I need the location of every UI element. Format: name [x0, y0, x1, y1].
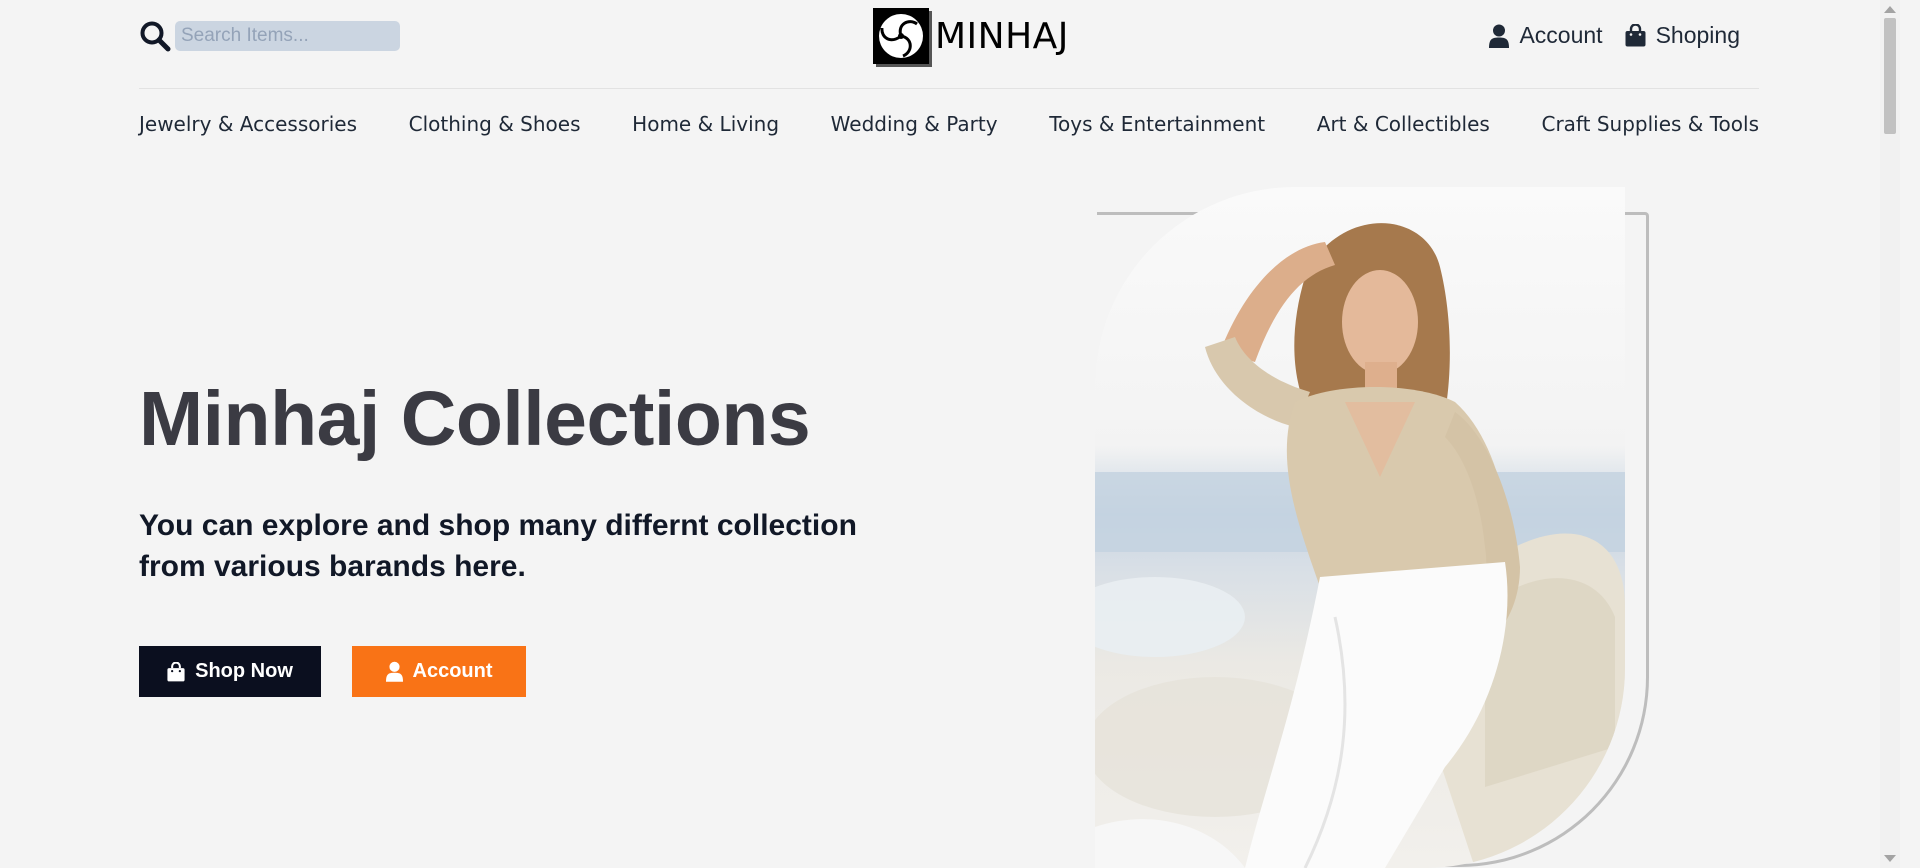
nav-item-wedding-party[interactable]: Wedding & Party: [831, 112, 998, 136]
account-link-label: Account: [1519, 22, 1603, 48]
shop-now-label: Shop Now: [195, 660, 293, 682]
header-actions: Account Shoping: [1489, 22, 1740, 49]
nav-item-craft-supplies-tools[interactable]: Craft Supplies & Tools: [1541, 112, 1759, 136]
logo[interactable]: MINHAJ: [873, 8, 1069, 64]
nav-item-toys-entertainment[interactable]: Toys & Entertainment: [1049, 112, 1265, 136]
search-input[interactable]: [175, 21, 400, 51]
shopping-bag-icon: [167, 661, 185, 681]
shopping-bag-icon: [1625, 24, 1646, 47]
shopping-link[interactable]: Shoping: [1625, 22, 1740, 49]
category-nav: Jewelry & Accessories Clothing & Shoes H…: [139, 112, 1759, 136]
scroll-down-arrow-icon[interactable]: [1884, 855, 1896, 862]
scrollbar-thumb[interactable]: [1884, 18, 1896, 134]
account-link[interactable]: Account: [1489, 22, 1603, 49]
header-divider: [139, 88, 1759, 89]
nav-item-home-living[interactable]: Home & Living: [632, 112, 779, 136]
page-scrollbar[interactable]: [1880, 0, 1900, 868]
account-button-label: Account: [412, 660, 493, 682]
nav-item-jewelry-accessories[interactable]: Jewelry & Accessories: [139, 112, 357, 136]
user-icon: [1489, 24, 1510, 48]
logo-text: MINHAJ: [935, 15, 1069, 57]
hero-subtitle: You can explore and shop many differnt c…: [139, 509, 857, 583]
hero-title: Minhaj Collections: [139, 376, 811, 462]
nav-item-clothing-shoes[interactable]: Clothing & Shoes: [409, 112, 581, 136]
search-bar: [139, 20, 400, 52]
shop-now-button[interactable]: Shop Now: [139, 646, 321, 697]
scroll-up-arrow-icon[interactable]: [1884, 6, 1896, 13]
account-button[interactable]: Account: [352, 646, 526, 697]
swirl-logo-icon: [873, 8, 929, 64]
hero-model-photo: [1095, 187, 1625, 868]
shopping-link-label: Shoping: [1655, 22, 1740, 48]
search-icon[interactable]: [139, 20, 171, 52]
page: MINHAJ Account Shoping Jewelry & Accesso…: [0, 0, 1900, 868]
user-icon: [385, 661, 403, 682]
nav-item-art-collectibles[interactable]: Art & Collectibles: [1317, 112, 1490, 136]
